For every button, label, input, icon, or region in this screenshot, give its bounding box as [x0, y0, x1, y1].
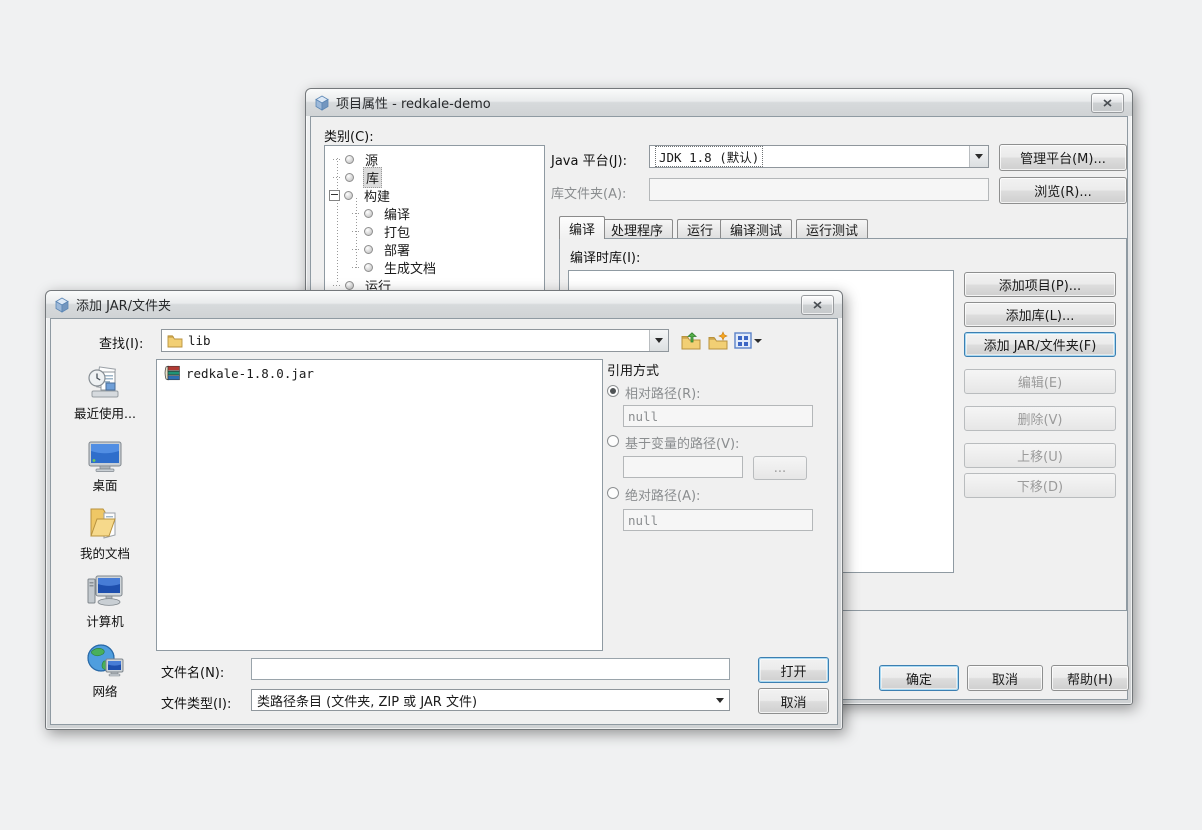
tab-run-test[interactable]: 运行测试 — [796, 219, 868, 239]
tree-item-libraries[interactable]: 库 — [333, 168, 382, 186]
java-platform-label: Java 平台(J): — [551, 150, 627, 169]
screen: 项目属性 - redkale-demo 类别(C): 源 库 构建 编译 打包 … — [0, 0, 1202, 830]
help-button[interactable]: 帮助(H) — [1051, 665, 1129, 691]
new-folder-button[interactable] — [706, 329, 730, 352]
up-folder-button[interactable] — [679, 329, 703, 352]
close-icon — [1103, 99, 1112, 107]
category-label: 类别(C): — [324, 126, 374, 145]
library-folder-field[interactable] — [649, 178, 989, 201]
netbeans-cube-icon — [54, 297, 70, 313]
bullet-icon — [345, 281, 354, 290]
combo-arrow-icon[interactable] — [711, 690, 729, 710]
bullet-icon — [345, 155, 354, 164]
desktop-icon — [87, 439, 123, 473]
compile-libraries-label: 编译时库(I): — [570, 247, 640, 266]
bullet-icon — [364, 209, 373, 218]
tree-item-deploy[interactable]: 部署 — [352, 240, 412, 258]
place-desktop[interactable]: 桌面 — [57, 439, 153, 494]
close-button[interactable] — [801, 295, 834, 315]
relative-path-label: 相对路径(R): — [625, 383, 701, 402]
collapse-icon[interactable] — [329, 190, 340, 201]
close-button[interactable] — [1091, 93, 1124, 113]
edit-button[interactable]: 编辑(E) — [964, 369, 1116, 394]
tab-run[interactable]: 运行 — [677, 219, 723, 239]
move-up-button[interactable]: 上移(U) — [964, 443, 1116, 468]
file-name-field[interactable] — [251, 658, 730, 680]
file-name: redkale-1.8.0.jar — [186, 366, 314, 381]
relative-path-field[interactable] — [623, 405, 813, 427]
add-jar-folder-button[interactable]: 添加 JAR/文件夹(F) — [964, 332, 1116, 357]
absolute-path-label: 绝对路径(A): — [625, 485, 700, 504]
new-folder-icon — [708, 331, 729, 351]
variable-path-label: 基于变量的路径(V): — [625, 433, 739, 452]
reference-mode-title: 引用方式 — [607, 360, 659, 379]
project-properties-titlebar[interactable]: 项目属性 - redkale-demo — [306, 89, 1132, 116]
files-list[interactable]: redkale-1.8.0.jar — [156, 359, 603, 651]
computer-icon — [86, 573, 124, 609]
tree-item-compile[interactable]: 编译 — [352, 204, 412, 222]
place-documents[interactable]: 我的文档 — [57, 505, 153, 562]
add-library-button[interactable]: 添加库(L)... — [964, 302, 1116, 327]
move-down-button[interactable]: 下移(D) — [964, 473, 1116, 498]
look-in-label: 查找(I): — [99, 333, 143, 352]
tab-compile[interactable]: 编译 — [559, 216, 605, 239]
manage-platforms-button[interactable]: 管理平台(M)... — [999, 144, 1127, 171]
documents-icon — [87, 505, 123, 541]
caret-down-icon — [754, 339, 762, 343]
tree-item-build[interactable]: 构建 — [329, 186, 392, 204]
bullet-icon — [364, 227, 373, 236]
radio-variable-path[interactable] — [607, 435, 619, 447]
recent-icon — [86, 365, 124, 401]
look-in-value: lib — [188, 333, 211, 348]
browse-button[interactable]: 浏览(R)... — [999, 177, 1127, 204]
absolute-path-field[interactable] — [623, 509, 813, 531]
bullet-icon — [364, 263, 373, 272]
file-type-value: 类路径条目 (文件夹, ZIP 或 JAR 文件) — [257, 691, 477, 710]
place-recent[interactable]: 最近使用... — [57, 365, 153, 422]
bullet-icon — [344, 191, 353, 200]
variable-path-field[interactable] — [623, 456, 743, 478]
combo-arrow-icon[interactable] — [969, 146, 988, 167]
java-platform-value: JDK 1.8 (默认) — [655, 146, 763, 167]
variable-browse-button[interactable]: ... — [753, 456, 807, 480]
file-type-label: 文件类型(I): — [161, 693, 231, 712]
up-folder-icon — [681, 331, 702, 351]
tree-item-sources[interactable]: 源 — [333, 150, 380, 168]
remove-button[interactable]: 删除(V) — [964, 406, 1116, 431]
file-item-redkale-jar[interactable]: redkale-1.8.0.jar — [161, 364, 317, 382]
add-project-button[interactable]: 添加项目(P)... — [964, 272, 1116, 297]
open-button[interactable]: 打开 — [758, 657, 829, 683]
tab-compile-test[interactable]: 编译测试 — [720, 219, 792, 239]
add-jar-body: 查找(I): lib 最近使用... — [50, 318, 838, 725]
place-network[interactable]: 网络 — [57, 643, 153, 700]
library-folder-label: 库文件夹(A): — [551, 183, 626, 202]
folder-icon — [167, 334, 183, 348]
view-menu-button[interactable] — [733, 329, 763, 352]
jar-icon — [164, 365, 181, 381]
add-jar-titlebar[interactable]: 添加 JAR/文件夹 — [46, 291, 842, 318]
view-menu-icon — [734, 332, 752, 349]
tab-processor[interactable]: 处理程序 — [601, 219, 673, 239]
radio-relative-path[interactable] — [607, 385, 619, 397]
look-in-combo[interactable]: lib — [161, 329, 669, 352]
java-platform-combo[interactable]: JDK 1.8 (默认) — [649, 145, 989, 168]
window-title: 添加 JAR/文件夹 — [76, 295, 171, 314]
close-icon — [813, 301, 822, 309]
combo-arrow-icon[interactable] — [649, 330, 668, 351]
tree-item-packaging[interactable]: 打包 — [352, 222, 412, 240]
radio-absolute-path[interactable] — [607, 487, 619, 499]
file-cancel-button[interactable]: 取消 — [758, 688, 829, 714]
cancel-button[interactable]: 取消 — [967, 665, 1043, 691]
ok-button[interactable]: 确定 — [879, 665, 959, 691]
network-icon — [86, 643, 124, 679]
file-type-combo[interactable]: 类路径条目 (文件夹, ZIP 或 JAR 文件) — [251, 689, 730, 711]
place-computer[interactable]: 计算机 — [57, 573, 153, 630]
tree-item-documenting[interactable]: 生成文档 — [352, 258, 438, 276]
netbeans-cube-icon — [314, 95, 330, 111]
window-title: 项目属性 - redkale-demo — [336, 93, 491, 112]
add-jar-folder-dialog: 添加 JAR/文件夹 查找(I): lib — [45, 290, 843, 730]
bullet-icon — [364, 245, 373, 254]
bullet-icon — [345, 173, 354, 182]
file-name-label: 文件名(N): — [161, 662, 224, 681]
